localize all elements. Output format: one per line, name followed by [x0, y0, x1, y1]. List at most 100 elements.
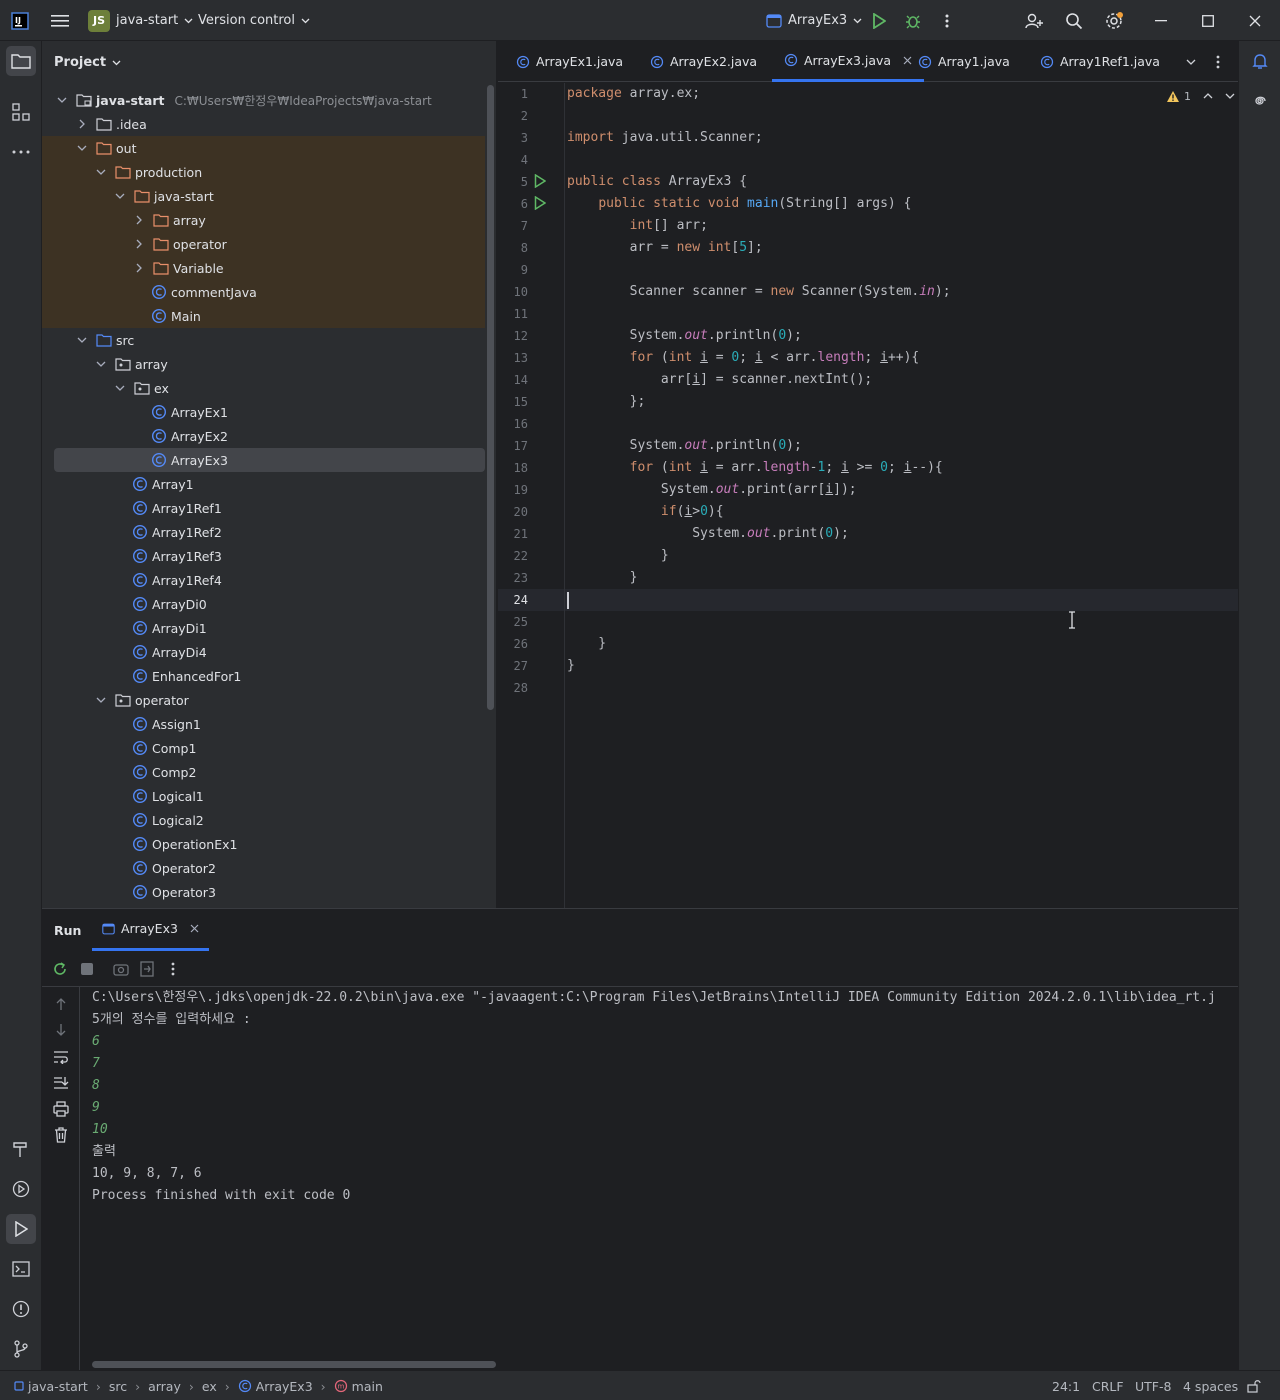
tree-item-arrayex3[interactable]: ArrayEx3	[54, 448, 485, 472]
chevron-down-icon[interactable]	[76, 334, 88, 346]
close-tab-icon[interactable]	[903, 56, 912, 65]
file-encoding[interactable]: UTF-8	[1135, 1371, 1171, 1400]
breadcrumb-item[interactable]: src	[109, 1379, 127, 1394]
project-tool-button[interactable]	[6, 46, 36, 76]
chevron-right-icon[interactable]	[76, 118, 88, 130]
line-separator[interactable]: CRLF	[1092, 1371, 1124, 1400]
run-class-gutter-button[interactable]	[534, 174, 546, 188]
dump-threads-button[interactable]	[113, 962, 129, 976]
settings-button[interactable]	[1101, 8, 1127, 34]
breadcrumb-item[interactable]: java-start	[28, 1379, 88, 1394]
chevron-down-icon[interactable]	[95, 166, 107, 178]
print-button[interactable]	[53, 1101, 69, 1117]
chevron-down-icon[interactable]	[56, 94, 68, 106]
scroll-up-button[interactable]	[55, 997, 67, 1011]
problems-tool-button[interactable]	[6, 1294, 36, 1324]
tree-item-array1ref4[interactable]: Array1Ref4	[42, 568, 485, 592]
tree-item-arraydi0[interactable]: ArrayDi0	[42, 592, 485, 616]
chevron-up-icon[interactable]	[1203, 93, 1213, 99]
tree-item-assign1[interactable]: Assign1	[42, 712, 485, 736]
version-control-menu[interactable]: Version control	[198, 0, 310, 41]
chevron-down-icon[interactable]	[114, 190, 126, 202]
indent-setting[interactable]: 4 spaces	[1183, 1371, 1238, 1400]
tree-item-commentjava[interactable]: commentJava	[42, 280, 485, 304]
main-menu-icon[interactable]	[47, 8, 73, 34]
code-with-me-button[interactable]	[1021, 8, 1047, 34]
tree-item-java-start-root[interactable]: java-start C:₩Users₩한정우₩IdeaProjects₩jav…	[42, 88, 485, 112]
git-tool-button[interactable]	[6, 1334, 36, 1364]
breadcrumb-item[interactable]: ex	[202, 1379, 217, 1394]
notifications-button[interactable]	[1245, 46, 1275, 76]
structure-tool-button[interactable]	[6, 97, 36, 127]
code-editor[interactable]: ArrayEx1.java ArrayEx2.java ArrayEx3.jav…	[498, 41, 1238, 908]
services-tool-button[interactable]	[6, 1174, 36, 1204]
tree-item-array1ref1[interactable]: Array1Ref1	[42, 496, 485, 520]
exit-button[interactable]	[140, 961, 154, 977]
breadcrumb-item[interactable]: array	[148, 1379, 181, 1394]
clear-all-button[interactable]	[54, 1127, 68, 1143]
tree-item-java-start-output[interactable]: java-start	[42, 184, 485, 208]
tab-arrayex3[interactable]: ArrayEx3.java	[772, 41, 925, 82]
stop-button[interactable]	[81, 963, 93, 975]
tree-item-operator-output[interactable]: operator	[42, 232, 485, 256]
editor-more-button[interactable]	[1216, 41, 1220, 82]
rerun-button[interactable]	[52, 961, 68, 977]
tabs-dropdown-button[interactable]	[1186, 41, 1196, 82]
run-main-gutter-button[interactable]	[534, 196, 546, 210]
tree-item-out[interactable]: out	[42, 136, 485, 160]
tree-item-ex-package[interactable]: ex	[42, 376, 485, 400]
run-more-button[interactable]	[171, 962, 175, 976]
chevron-right-icon[interactable]	[133, 214, 145, 226]
project-scrollbar[interactable]	[487, 85, 494, 710]
console-horizontal-scrollbar[interactable]	[92, 1361, 496, 1368]
soft-wrap-button[interactable]	[53, 1050, 69, 1064]
breadcrumb-item[interactable]: ArrayEx3	[256, 1379, 313, 1394]
tree-item-operator2[interactable]: Operator2	[42, 856, 485, 880]
chevron-down-icon[interactable]	[95, 358, 107, 370]
tree-item-arrayex1[interactable]: ArrayEx1	[42, 400, 485, 424]
tree-item-array1ref3[interactable]: Array1Ref3	[42, 544, 485, 568]
run-button[interactable]	[866, 8, 892, 34]
tree-item-src[interactable]: src	[42, 328, 485, 352]
close-window-button[interactable]	[1242, 8, 1268, 34]
ai-assistant-button[interactable]	[1245, 86, 1275, 116]
terminal-tool-button[interactable]	[6, 1254, 36, 1284]
tab-arrayex1[interactable]: ArrayEx1.java	[516, 41, 623, 82]
chevron-down-icon[interactable]	[76, 142, 88, 154]
tab-arrayex2[interactable]: ArrayEx2.java	[650, 41, 757, 82]
project-panel-header[interactable]: Project	[54, 55, 121, 70]
tree-item-array-package[interactable]: array	[42, 352, 485, 376]
tree-item-main[interactable]: Main	[42, 304, 485, 328]
tree-item-operationex1[interactable]: OperationEx1	[42, 832, 485, 856]
tree-item-array-output[interactable]: array	[42, 208, 485, 232]
minimize-button[interactable]	[1148, 8, 1174, 34]
tree-item-arraydi4[interactable]: ArrayDi4	[42, 640, 485, 664]
run-configuration-selector[interactable]: ArrayEx3	[766, 0, 862, 41]
debug-button[interactable]	[900, 8, 926, 34]
tree-item-variable-output[interactable]: Variable	[42, 256, 485, 280]
tree-item-logical2[interactable]: Logical2	[42, 808, 485, 832]
breadcrumb-item[interactable]: main	[352, 1379, 383, 1394]
tree-item-idea[interactable]: .idea	[42, 112, 485, 136]
tree-item-array1ref2[interactable]: Array1Ref2	[42, 520, 485, 544]
scroll-to-end-button[interactable]	[53, 1076, 69, 1090]
close-tab-icon[interactable]	[190, 924, 199, 933]
tree-item-comp1[interactable]: Comp1	[42, 736, 485, 760]
tree-item-comp2[interactable]: Comp2	[42, 760, 485, 784]
tree-item-production[interactable]: production	[42, 160, 485, 184]
chevron-down-icon[interactable]	[95, 694, 107, 706]
tree-item-arrayex2[interactable]: ArrayEx2	[42, 424, 485, 448]
tree-item-operator-package[interactable]: operator	[42, 688, 485, 712]
tree-item-array1[interactable]: Array1	[42, 472, 485, 496]
more-actions-button[interactable]	[934, 8, 960, 34]
inspection-widget[interactable]: 1	[1166, 87, 1235, 105]
run-tool-button[interactable]	[6, 1214, 36, 1244]
tab-array1[interactable]: Array1.java	[918, 41, 1010, 82]
scroll-down-button[interactable]	[55, 1023, 67, 1037]
maximize-button[interactable]	[1195, 8, 1221, 34]
tree-item-enhancedfor1[interactable]: EnhancedFor1	[42, 664, 485, 688]
chevron-right-icon[interactable]	[133, 238, 145, 250]
build-tool-button[interactable]	[6, 1134, 36, 1164]
tree-item-operator3[interactable]: Operator3	[42, 880, 485, 904]
chevron-down-icon[interactable]	[1225, 93, 1235, 99]
